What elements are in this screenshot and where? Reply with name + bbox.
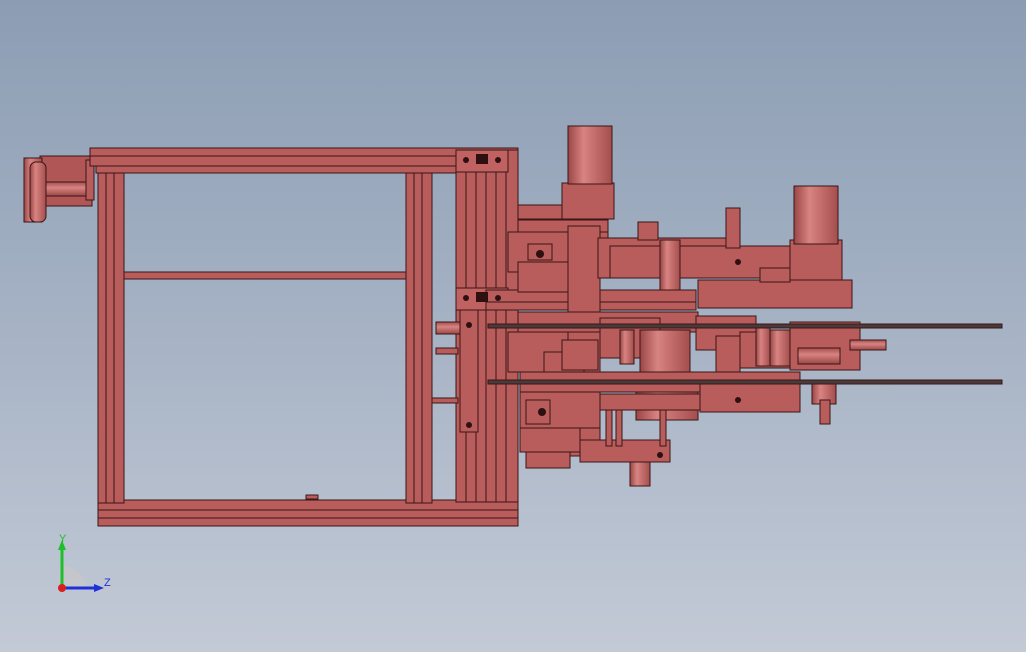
cad-assembly-model[interactable] [0,0,1026,652]
triad-arc [62,565,86,588]
orientation-triad: Y Z [58,533,111,592]
x-axis-dot [58,584,66,592]
graphics-viewport[interactable]: Y Z [0,0,1026,652]
left-motor-mount [23,155,95,223]
z-axis-head [94,584,104,592]
y-axis-label: Y [59,533,67,545]
z-axis-label: Z [104,577,111,589]
